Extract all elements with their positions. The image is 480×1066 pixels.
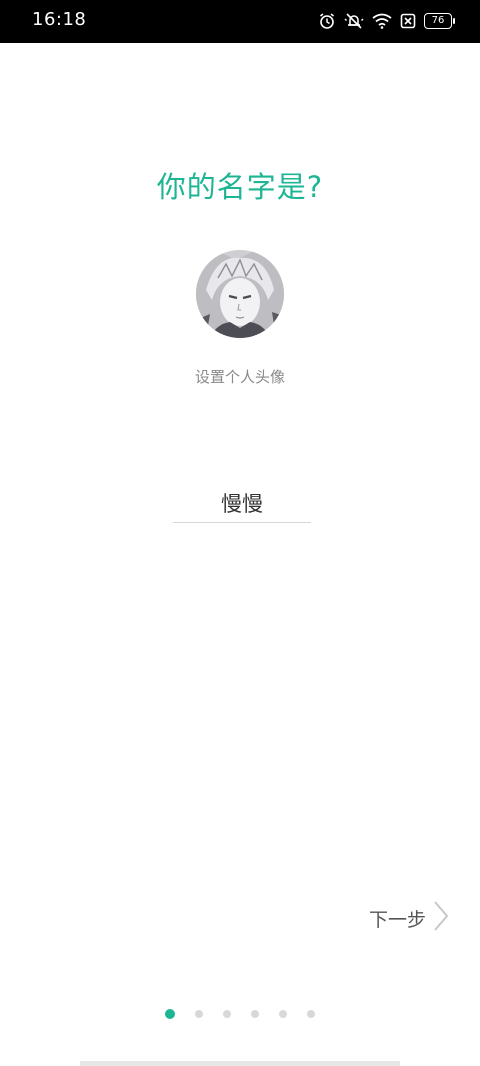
page-dot-3: [223, 1010, 231, 1018]
next-label: 下一步: [368, 908, 426, 931]
status-icons: 76: [318, 12, 455, 30]
page-dot-6: [307, 1010, 315, 1018]
wifi-icon: [372, 13, 392, 29]
name-input[interactable]: [173, 484, 311, 523]
page-dot-4: [251, 1010, 259, 1018]
mute-icon: [344, 12, 364, 30]
page-indicator: [0, 1009, 480, 1019]
page-dot-2: [195, 1010, 203, 1018]
screen: 16:18 76 你的名字是? 设置个人头像 慢慢 下一步: [0, 0, 480, 1066]
battery-icon: 76: [424, 13, 455, 29]
status-time: 16:18: [32, 9, 87, 30]
chevron-right-icon: [432, 900, 450, 936]
page-dot-1: [165, 1009, 175, 1019]
gesture-bar: [80, 1061, 400, 1066]
next-button[interactable]: 下一步: [369, 900, 450, 936]
avatar-caption[interactable]: 设置个人头像: [0, 366, 480, 387]
avatar[interactable]: [196, 250, 284, 338]
page-dot-5: [279, 1010, 287, 1018]
alarm-icon: [318, 12, 336, 30]
page-title: 你的名字是?: [156, 170, 324, 204]
status-bar: 16:18 76: [0, 0, 480, 43]
sim-off-icon: [400, 13, 416, 29]
avatar-image: [196, 250, 284, 338]
